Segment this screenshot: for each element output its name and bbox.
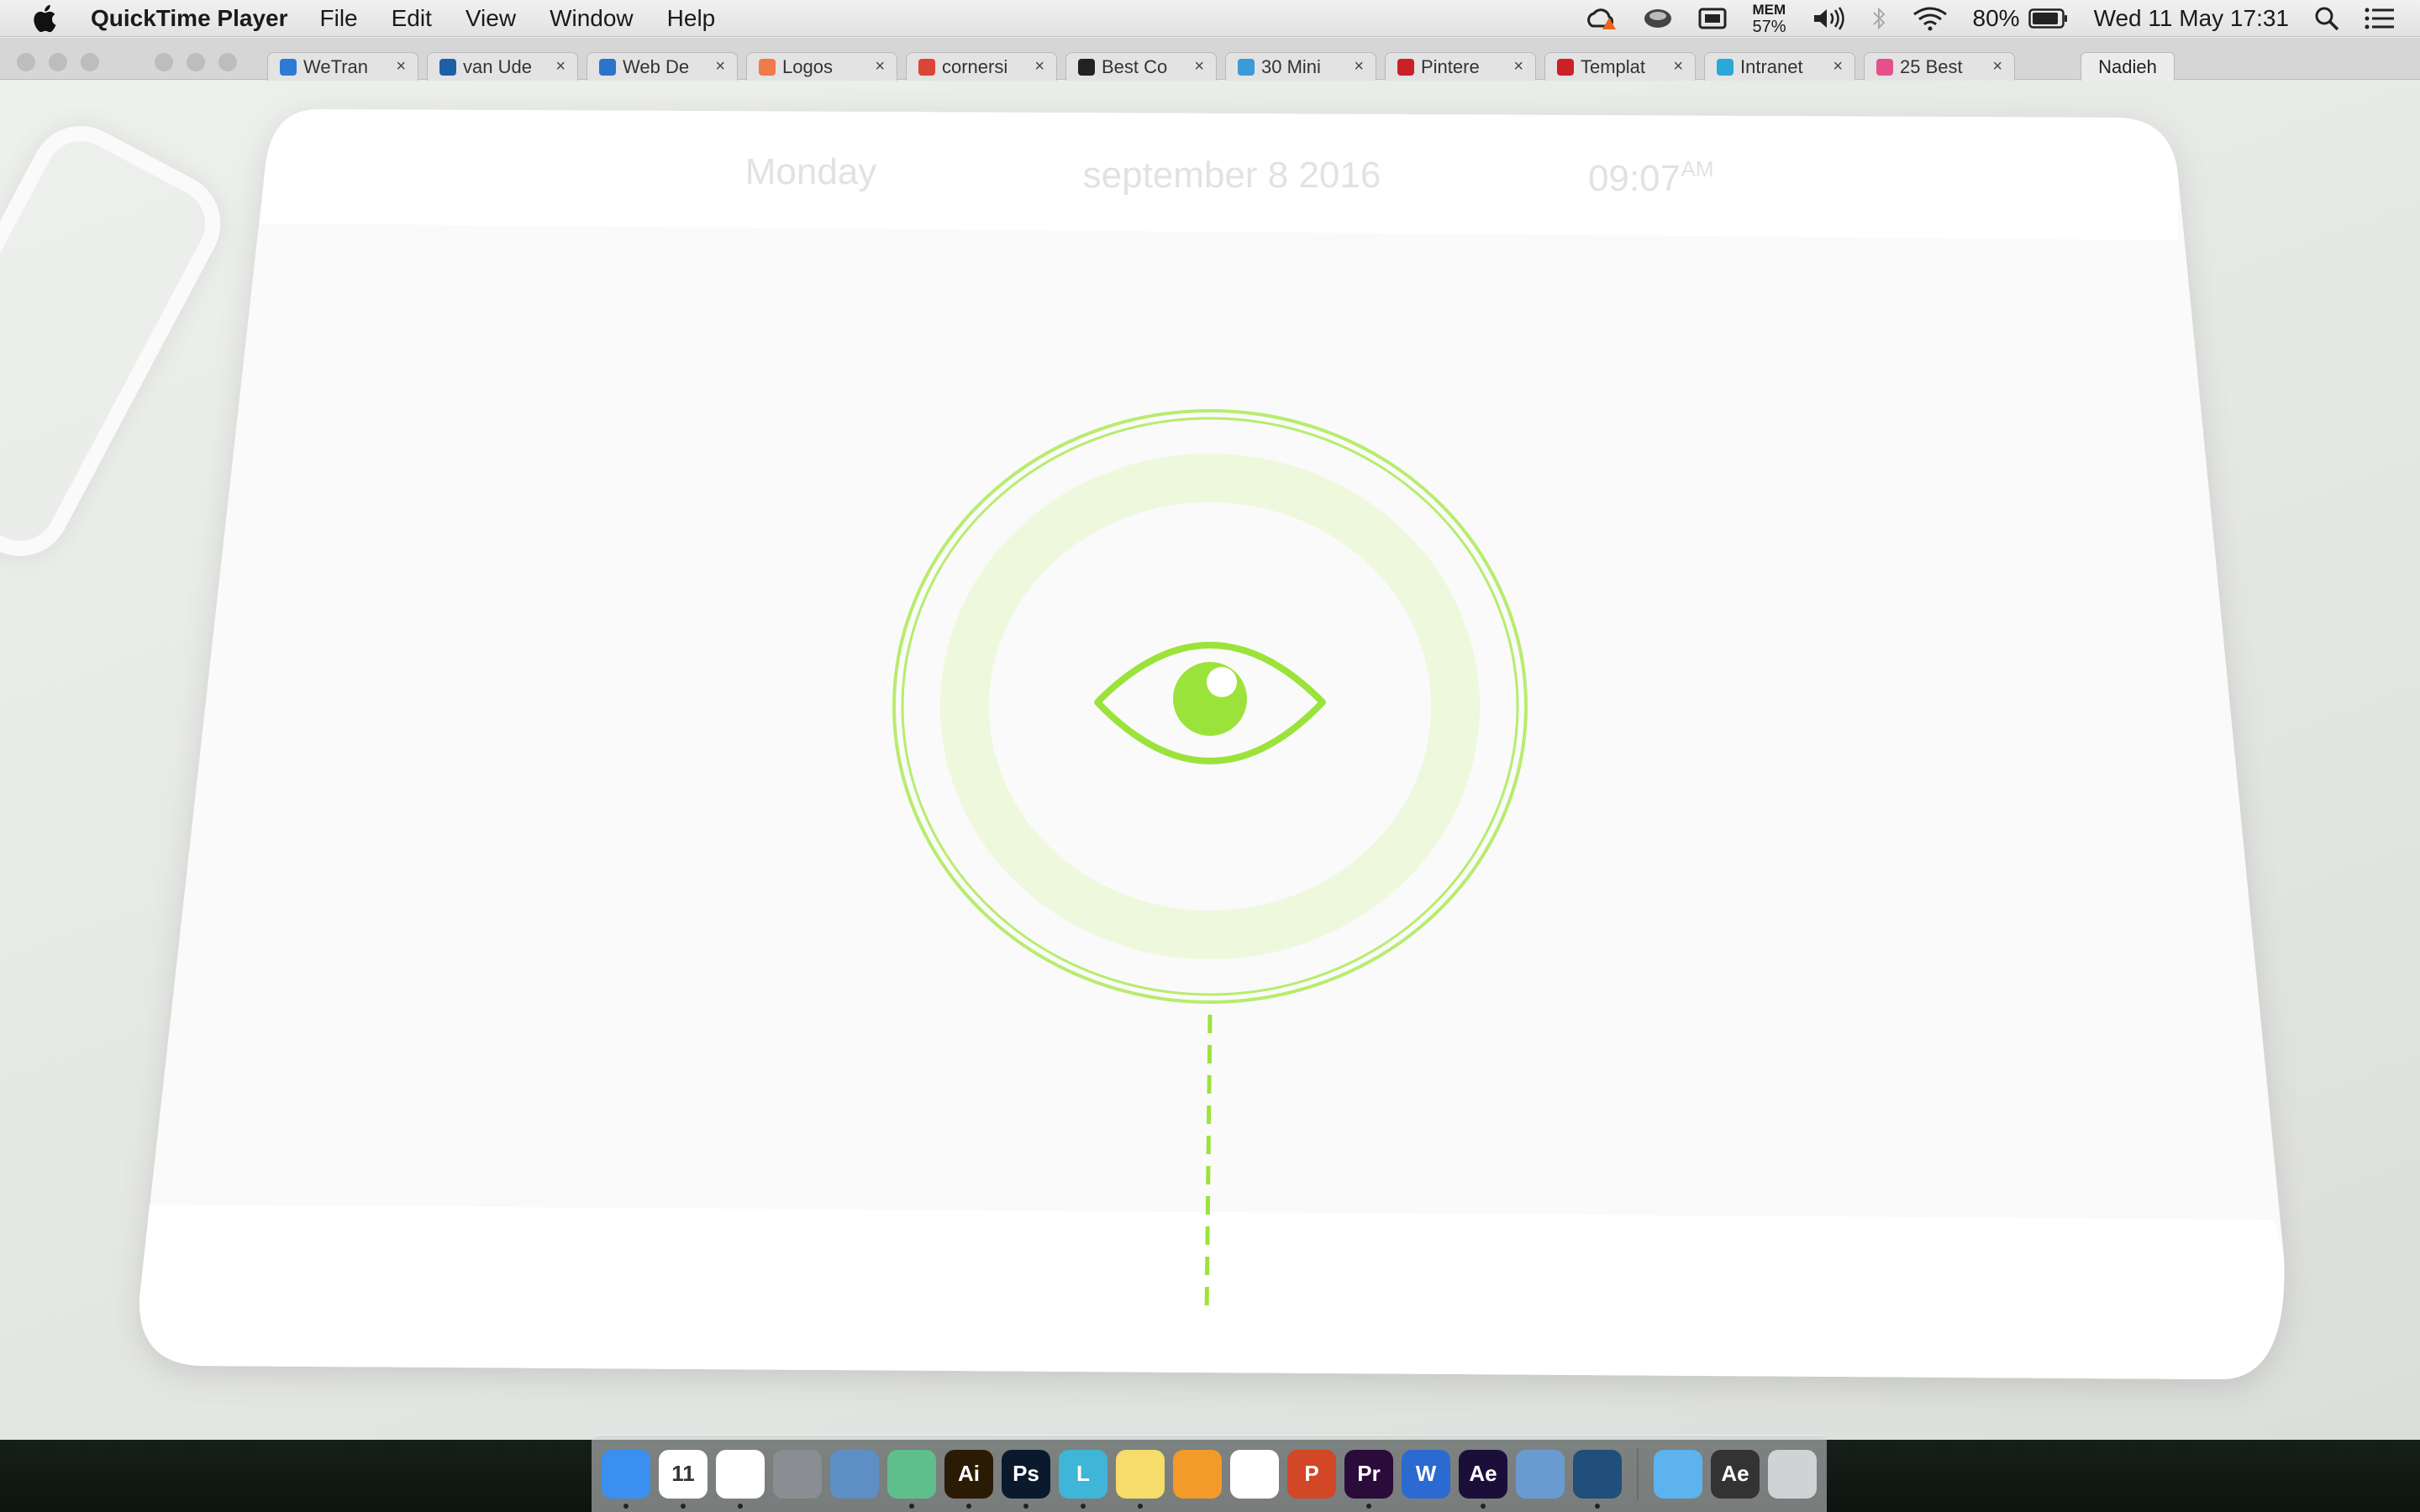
- browser-tab[interactable]: 25 Best ×: [1864, 52, 2015, 81]
- menu-window[interactable]: Window: [550, 5, 634, 32]
- dock-trash-icon[interactable]: [1768, 1449, 1817, 1499]
- tab-close-icon[interactable]: ×: [1034, 57, 1044, 76]
- tab-favicon: [759, 58, 776, 76]
- tab-favicon: [439, 58, 456, 76]
- tab-favicon: [1078, 58, 1095, 76]
- dock-chrome-icon[interactable]: [716, 1449, 765, 1509]
- tab-title: Web De: [623, 55, 690, 77]
- profile-button[interactable]: Nadieh: [2081, 52, 2175, 82]
- tab-favicon: [1717, 58, 1733, 76]
- dock-photos-icon[interactable]: [1230, 1449, 1279, 1499]
- browser-tab[interactable]: van Ude ×: [427, 52, 578, 81]
- tab-favicon: [1397, 58, 1414, 76]
- tab-favicon: [599, 58, 616, 76]
- tab-title: van Ude: [463, 55, 532, 77]
- dock-illustrator-icon[interactable]: Ai: [944, 1449, 993, 1509]
- eye-highlight: [1207, 667, 1237, 697]
- menu-help[interactable]: Help: [667, 5, 716, 32]
- dock-premiere-icon[interactable]: Pr: [1344, 1449, 1393, 1509]
- browser-tab[interactable]: Intranet ×: [1704, 52, 1855, 81]
- header-meridiem: AM: [1681, 156, 1714, 181]
- window-controls-front[interactable]: [155, 53, 237, 71]
- menu-file[interactable]: File: [320, 5, 358, 32]
- app-menu-quicktime[interactable]: QuickTime Player: [91, 5, 288, 32]
- browser-tab[interactable]: Best Co ×: [1065, 52, 1217, 81]
- tab-close-icon[interactable]: ×: [1194, 57, 1204, 76]
- tab-close-icon[interactable]: ×: [1992, 57, 2002, 76]
- dock-finder-icon[interactable]: [602, 1449, 650, 1509]
- tab-close-icon[interactable]: ×: [1513, 57, 1523, 76]
- tab-title: cornersi: [942, 55, 1008, 77]
- tilted-screen-mockup: Monday september 8 2016 09:07 AM: [139, 109, 2285, 1380]
- tab-title: 25 Best: [1900, 55, 1963, 77]
- menu-view[interactable]: View: [466, 5, 516, 32]
- mockup-footer: [139, 1205, 2285, 1380]
- header-time: 09:07: [1588, 158, 1681, 199]
- tab-title: 30 Mini: [1261, 55, 1321, 77]
- menu-clock[interactable]: Wed 11 May 17:31: [2094, 5, 2289, 32]
- dock: 11 Ai Ps L P Pr W Ae Ae: [592, 1435, 1827, 1512]
- dock-separator: [1637, 1447, 1639, 1500]
- tab-title: Pintere: [1421, 55, 1480, 77]
- spotlight-search-icon[interactable]: [2314, 6, 2339, 31]
- dock-preview-icon[interactable]: [1516, 1449, 1565, 1499]
- tab-favicon: [1238, 58, 1255, 76]
- header-day: Monday: [745, 151, 877, 192]
- dock-after-effects-icon[interactable]: Ae: [1459, 1449, 1507, 1509]
- battery-indicator[interactable]: 80%: [1973, 5, 2069, 32]
- dock-calendar-icon[interactable]: 11: [659, 1449, 708, 1509]
- tab-close-icon[interactable]: ×: [1354, 57, 1364, 76]
- menu-bar: QuickTime Player File Edit View Window H…: [0, 0, 2420, 37]
- video-frame: Monday september 8 2016 09:07 AM: [0, 81, 2420, 1440]
- dock-recent-items-icon[interactable]: Ae: [1711, 1449, 1760, 1499]
- dock-quicktime-icon[interactable]: [1573, 1449, 1622, 1509]
- browser-tab[interactable]: Logos ×: [746, 52, 897, 81]
- apple-icon[interactable]: [30, 3, 62, 34]
- tab-close-icon[interactable]: ×: [1673, 57, 1683, 76]
- cleanmymac-icon[interactable]: [1643, 6, 1673, 31]
- memory-indicator[interactable]: MEM 57%: [1752, 2, 1786, 35]
- menu-edit[interactable]: Edit: [392, 5, 432, 32]
- dock-stickies-icon[interactable]: [1116, 1449, 1165, 1509]
- wifi-icon[interactable]: [1912, 6, 1948, 31]
- volume-icon[interactable]: [1812, 6, 1845, 31]
- dock-photoshop-icon[interactable]: Ps: [1002, 1449, 1050, 1509]
- tab-title: Intranet: [1740, 55, 1803, 77]
- browser-tab[interactable]: WeTran ×: [267, 52, 418, 81]
- browser-tab[interactable]: Templat ×: [1544, 52, 1696, 81]
- tab-title: WeTran: [303, 55, 369, 77]
- tab-close-icon[interactable]: ×: [875, 57, 885, 76]
- browser-tab[interactable]: Pintere ×: [1385, 52, 1536, 81]
- window-controls-back: [17, 53, 99, 71]
- battery-icon: [2028, 8, 2067, 29]
- display-icon[interactable]: [1698, 7, 1727, 30]
- dock-ibooks-icon[interactable]: [1173, 1449, 1222, 1499]
- dock-atom-icon[interactable]: [887, 1449, 936, 1509]
- browser-tab[interactable]: Web De ×: [587, 52, 738, 81]
- tab-favicon: [1557, 58, 1574, 76]
- tab-title: Templat: [1581, 55, 1646, 77]
- creative-cloud-icon[interactable]: [1582, 6, 1618, 31]
- bluetooth-icon[interactable]: [1870, 6, 1887, 31]
- tab-title: Logos: [782, 55, 833, 77]
- tab-favicon: [918, 58, 935, 76]
- dock-downloads-folder-icon[interactable]: [1654, 1449, 1702, 1499]
- dock-word-icon[interactable]: W: [1402, 1449, 1450, 1499]
- dock-system-preferences-icon[interactable]: [773, 1449, 822, 1499]
- dock-lightpaper-icon[interactable]: L: [1059, 1449, 1107, 1509]
- tab-close-icon[interactable]: ×: [715, 57, 725, 76]
- browser-tab[interactable]: cornersi ×: [906, 52, 1057, 81]
- dock-preview-mail-icon[interactable]: [830, 1449, 879, 1499]
- browser-tab[interactable]: 30 Mini ×: [1225, 52, 1376, 81]
- tab-favicon: [1876, 58, 1893, 76]
- tab-favicon: [280, 58, 297, 76]
- tab-close-icon[interactable]: ×: [555, 57, 566, 76]
- header-date: september 8 2016: [1083, 155, 1381, 196]
- tab-title: Best Co: [1102, 55, 1168, 77]
- notification-center-icon[interactable]: [2365, 7, 2395, 30]
- tab-close-icon[interactable]: ×: [1833, 57, 1843, 76]
- tab-close-icon[interactable]: ×: [396, 57, 406, 76]
- dock-powerpoint-icon[interactable]: P: [1287, 1449, 1336, 1499]
